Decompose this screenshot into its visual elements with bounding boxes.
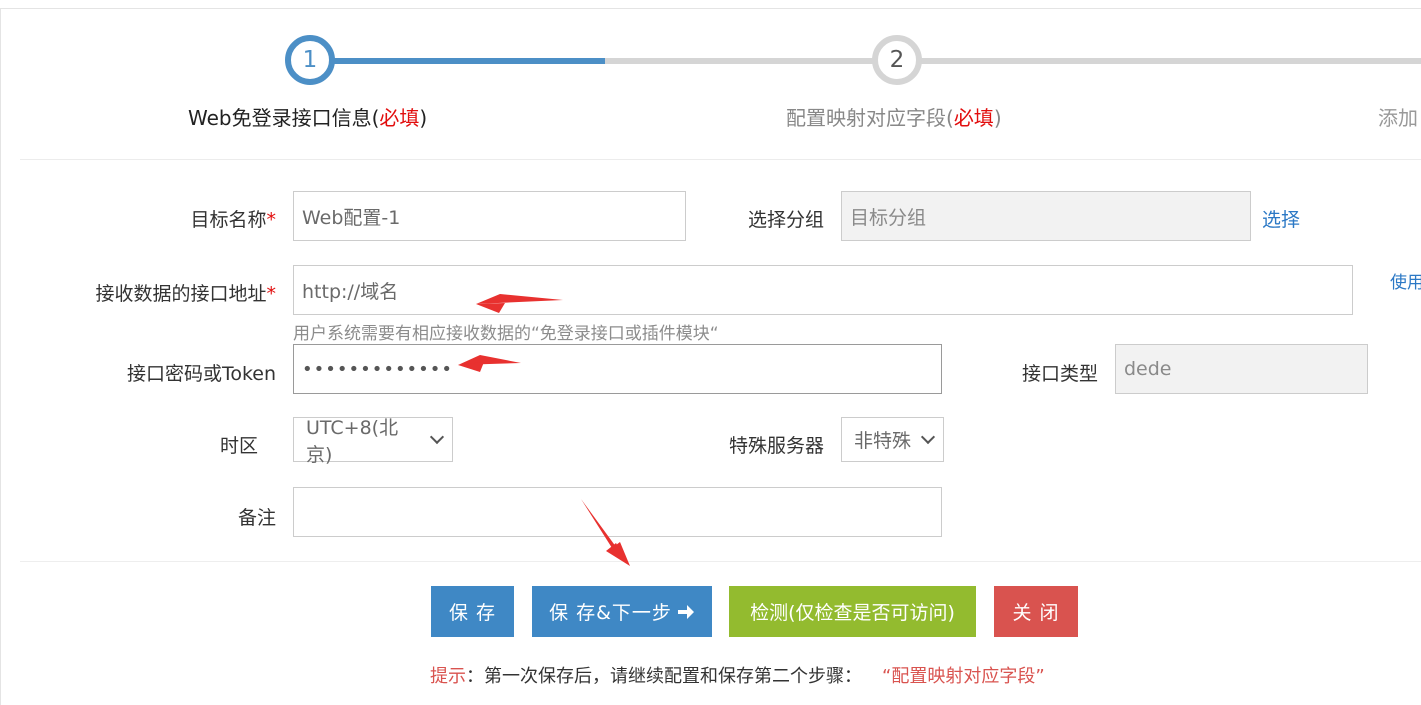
step-3-label[interactable]: 添加 [1378,102,1418,131]
group-label: 选择分组 [700,205,824,232]
save-tip: 提示：第一次保存后，请继续配置和保存第二个步骤： “配置映射对应字段” [430,662,1045,688]
timezone-label: 时区 [150,431,258,458]
use-link[interactable]: 使用 [1390,268,1421,293]
token-label-text: 接口密码或Token [126,363,276,385]
step-2-label-text: 配置映射对应字段 [786,106,946,130]
paren-open: ( [946,106,954,130]
api-type-label: 接口类型 [980,359,1098,386]
save-button-label: 保 存 [448,602,497,624]
remark-input[interactable] [293,487,942,537]
target-name-label-text: 目标名称 [190,209,267,231]
api-url-hint: 用户系统需要有相应接收数据的“免登录接口或插件模块“ [293,324,719,344]
api-type-label-text: 接口类型 [1021,363,1098,385]
step-2-required: 必填 [953,106,994,130]
check-button[interactable]: 检测(仅检查是否可访问) [729,586,976,637]
close-button[interactable]: 关 闭 [994,586,1078,637]
step-line-inactive [605,58,1421,64]
target-name-value: Web配置-1 [302,206,401,229]
chevron-down-icon [429,429,445,445]
token-masked-value: ••••••••••••• [302,358,454,380]
api-url-value: http://域名 [302,280,399,303]
step-2-circle[interactable]: 2 [872,35,922,85]
group-label-text: 选择分组 [747,209,824,231]
step-1-required: 必填 [379,106,420,130]
save-next-button-label: 保 存&下一步 [549,602,672,624]
step-2-number: 2 [889,47,905,73]
api-url-label: 接收数据的接口地址* [40,279,276,306]
timezone-value: UTC+8(北京) [306,416,399,466]
step-3-label-text: 添加 [1378,106,1418,130]
api-type-value: dede [1124,358,1172,380]
token-password-input[interactable]: ••••••••••••• [293,344,942,394]
select-group-link[interactable]: 选择 [1262,205,1300,232]
step-1-number: 1 [302,47,318,73]
step-1-label-text: Web免登录接口信息 [188,106,372,130]
special-server-label: 特殊服务器 [680,431,824,458]
paren-close: ) [993,106,1002,130]
chevron-down-icon [920,429,936,445]
target-name-label: 目标名称* [150,205,276,232]
check-button-label: 检测(仅检查是否可访问) [750,602,955,624]
required-star: * [266,209,277,231]
api-url-input[interactable]: http://域名 [293,265,1353,315]
header-divider [20,159,1421,160]
paren-close: ) [419,106,428,130]
required-star: * [266,283,277,305]
group-input[interactable]: 目标分组 [841,191,1251,241]
frame-top-border [0,8,1421,9]
tip-highlight: “配置映射对应字段” [882,666,1045,687]
remark-label-text: 备注 [237,507,276,529]
special-server-label-text: 特殊服务器 [728,435,824,457]
token-label: 接口密码或Token [60,359,276,386]
step-1-label[interactable]: Web免登录接口信息(必填) [188,102,427,131]
group-placeholder: 目标分组 [850,206,927,229]
save-button[interactable]: 保 存 [431,586,514,637]
special-server-select[interactable]: 非特殊 [841,417,944,462]
timezone-select[interactable]: UTC+8(北京) [293,417,453,466]
arrow-right-icon [677,604,694,619]
tip-body: ：第一次保存后，请继续配置和保存第二个步骤： [466,666,862,687]
form-divider [20,561,1421,562]
special-server-value: 非特殊 [854,430,912,452]
frame-left-border [0,8,1,705]
api-url-label-text: 接收数据的接口地址 [95,283,267,305]
step-line-active [312,58,605,64]
remark-label: 备注 [150,503,276,530]
tip-prefix: 提示 [430,666,466,687]
close-button-label: 关 闭 [1012,602,1060,624]
target-name-input[interactable]: Web配置-1 [293,191,686,241]
timezone-label-text: 时区 [219,435,258,457]
step-1-circle[interactable]: 1 [285,35,335,85]
api-type-input[interactable]: dede [1115,344,1368,394]
save-next-button[interactable]: 保 存&下一步 [532,586,712,637]
step-2-label[interactable]: 配置映射对应字段(必填) [786,102,1002,131]
